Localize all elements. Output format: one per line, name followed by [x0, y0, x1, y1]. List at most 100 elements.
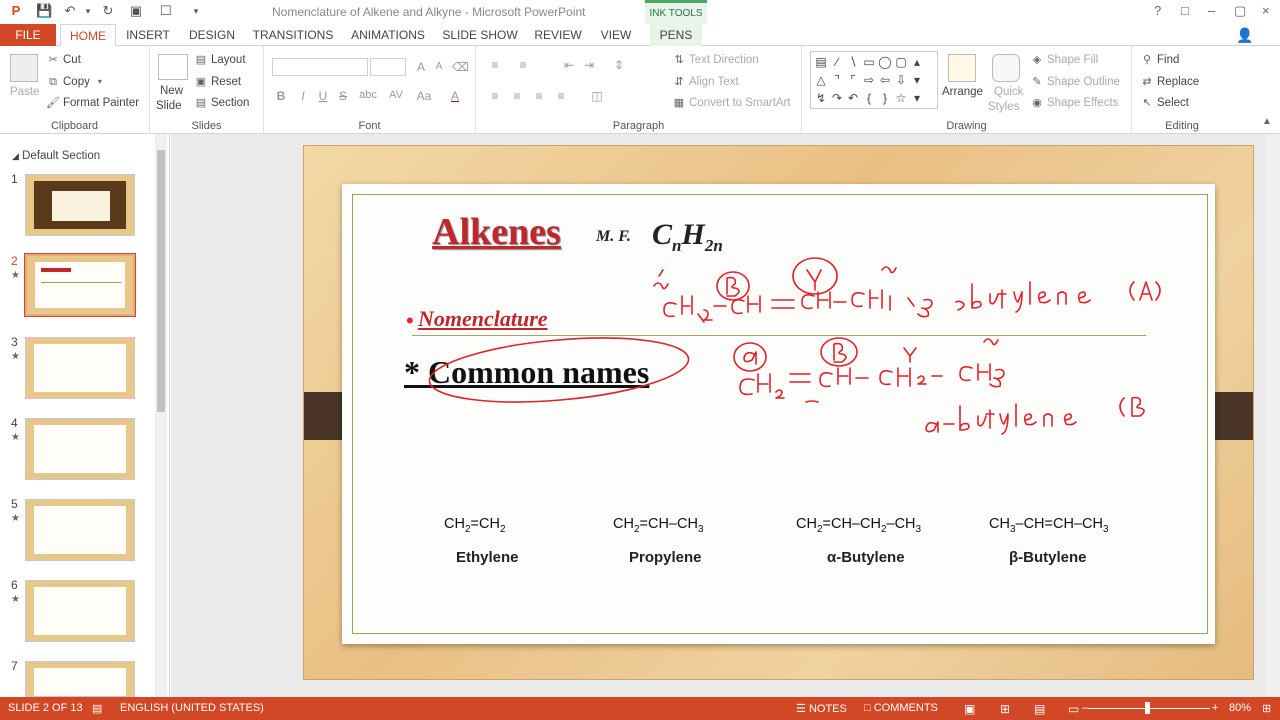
reset-button[interactable]: ▣ Reset: [194, 75, 241, 89]
slide-thumbnail-5[interactable]: [25, 499, 135, 561]
restore-icon[interactable]: ▢: [1234, 3, 1246, 19]
justify-icon[interactable]: ≡: [554, 89, 568, 103]
curve-shape-icon[interactable]: ↷: [829, 89, 845, 107]
new-slide-label-1[interactable]: New: [160, 85, 183, 97]
beta-butylene-name[interactable]: β-Butylene: [1009, 549, 1087, 566]
zoom-in-icon[interactable]: +: [1212, 702, 1218, 714]
undo-icon[interactable]: ↶: [62, 3, 78, 19]
notes-button[interactable]: ☰ NOTES: [796, 702, 847, 715]
font-name-field[interactable]: [272, 58, 368, 76]
alpha-butylene-name[interactable]: α-Butylene: [827, 549, 905, 566]
cut-button[interactable]: ✂ Cut: [46, 53, 81, 67]
rounded-rect-shape-icon[interactable]: ▢: [893, 53, 909, 71]
common-names-heading[interactable]: * Common names: [404, 354, 649, 391]
tab-view[interactable]: VIEW: [596, 24, 636, 46]
slide-show-icon[interactable]: ▭: [1068, 702, 1079, 716]
increase-font-icon[interactable]: A: [414, 60, 428, 74]
brace-shape-icon[interactable]: }: [877, 89, 893, 107]
language-indicator[interactable]: ENGLISH (UNITED STATES): [120, 702, 264, 714]
shape-outline-button[interactable]: ✎ Shape Outline: [1030, 75, 1120, 89]
undo-dropdown-icon[interactable]: ▾: [80, 3, 96, 19]
new-slide-label-2[interactable]: Slide: [156, 100, 182, 112]
slide-thumbnail-4[interactable]: [25, 418, 135, 480]
more-shapes-icon[interactable]: ▴: [909, 53, 925, 71]
propylene-formula[interactable]: CH2=CH–CH3: [613, 516, 704, 535]
character-spacing-button[interactable]: AV: [386, 89, 406, 101]
tab-review[interactable]: REVIEW: [532, 24, 584, 46]
triangle-shape-icon[interactable]: △: [813, 71, 829, 89]
slide-thumbnail-2[interactable]: [24, 253, 136, 317]
clear-formatting-icon[interactable]: ⌫: [452, 60, 469, 74]
columns-icon[interactable]: ◫: [590, 89, 604, 103]
tab-slide-show[interactable]: SLIDE SHOW: [442, 24, 518, 46]
copy-button[interactable]: ⧉ Copy ▾: [46, 75, 107, 89]
tab-insert[interactable]: INSERT: [124, 24, 172, 46]
touch-mode-icon[interactable]: ☐: [158, 3, 174, 19]
decrease-indent-icon[interactable]: ⇤: [562, 58, 576, 72]
reading-view-icon[interactable]: ▤: [1034, 702, 1045, 716]
slides-pane-scroll-thumb[interactable]: [157, 150, 165, 412]
ribbon-display-options-icon[interactable]: □: [1181, 3, 1189, 18]
find-button[interactable]: ⚲ Find: [1140, 53, 1179, 67]
editing-area-scrollbar[interactable]: [1266, 134, 1280, 697]
arrange-button[interactable]: Arrange: [942, 86, 983, 98]
help-icon[interactable]: ?: [1154, 3, 1161, 18]
spelling-check-icon[interactable]: ▤: [92, 702, 102, 715]
gallery-expand-icon[interactable]: ▾: [909, 89, 925, 107]
section-button[interactable]: ▤ Section: [194, 96, 250, 110]
start-from-beginning-icon[interactable]: ▣: [128, 3, 144, 19]
zoom-slider-thumb[interactable]: [1145, 702, 1150, 714]
save-icon[interactable]: 💾: [36, 3, 52, 19]
format-painter-button[interactable]: 🖌 Format Painter: [46, 96, 139, 110]
italic-button[interactable]: I: [296, 89, 310, 103]
oval-shape-icon[interactable]: ◯: [877, 53, 893, 71]
connector-shape-icon[interactable]: ⌜: [845, 71, 861, 89]
textbox-shape-icon[interactable]: ▤: [813, 53, 829, 71]
zoom-out-icon[interactable]: –: [1082, 702, 1088, 714]
quick-styles-label-1[interactable]: Quick: [994, 86, 1023, 98]
numbering-icon[interactable]: ≡: [516, 58, 530, 72]
tab-design[interactable]: DESIGN: [186, 24, 238, 46]
tab-file[interactable]: FILE: [0, 24, 56, 46]
decrease-font-icon[interactable]: A: [432, 61, 446, 72]
text-shadow-button[interactable]: abc: [356, 89, 380, 101]
align-right-icon[interactable]: ≡: [532, 89, 546, 103]
arrow-right-shape-icon[interactable]: ⇨: [861, 71, 877, 89]
rectangle-shape-icon[interactable]: ▭: [861, 53, 877, 71]
quick-styles-icon[interactable]: [992, 54, 1020, 82]
slide-sorter-icon[interactable]: ⊞: [1000, 702, 1010, 716]
layout-button[interactable]: ▤ Layout: [194, 53, 246, 67]
replace-button[interactable]: ⇄ Replace: [1140, 75, 1199, 89]
line-spacing-icon[interactable]: ⇕: [612, 58, 626, 72]
text-direction-button[interactable]: ⇅ Text Direction: [672, 53, 758, 67]
font-size-field[interactable]: [370, 58, 406, 76]
brace-shape-icon[interactable]: {: [861, 89, 877, 107]
nomenclature-heading[interactable]: Nomenclature: [418, 306, 548, 332]
slide-thumbnail-1[interactable]: [25, 174, 135, 236]
slide-title[interactable]: Alkenes: [432, 210, 561, 254]
shapes-gallery[interactable]: ▤ ∕ ∖ ▭ ◯ ▢ ▴ △ ⌝ ⌜ ⇨ ⇦ ⇩ ▾ ↯ ↷ ↶{} ☆ ▾: [810, 51, 938, 109]
arrow-left-shape-icon[interactable]: ⇦: [877, 71, 893, 89]
shape-effects-button[interactable]: ◉ Shape Effects: [1030, 96, 1118, 110]
tab-animations[interactable]: ANIMATIONS: [348, 24, 428, 46]
shape-fill-button[interactable]: ◈ Shape Fill: [1030, 53, 1098, 67]
section-header[interactable]: ◢ Default Section: [12, 150, 100, 162]
close-icon[interactable]: ×: [1262, 3, 1270, 18]
align-left-icon[interactable]: ≡: [488, 89, 502, 103]
new-slide-icon[interactable]: [158, 54, 188, 80]
font-color-button[interactable]: A: [448, 89, 462, 103]
curve-shape-icon[interactable]: ↯: [813, 89, 829, 107]
customize-qat-icon[interactable]: ▾: [188, 3, 204, 19]
alpha-butylene-formula[interactable]: CH2=CH–CH2–CH3: [796, 516, 921, 535]
arrow-down-shape-icon[interactable]: ⇩: [893, 71, 909, 89]
user-account-icon[interactable]: 👤: [1236, 27, 1253, 44]
slide-thumbnail-7[interactable]: [25, 661, 135, 697]
ethylene-name[interactable]: Ethylene: [456, 549, 519, 566]
connector-shape-icon[interactable]: ⌝: [829, 71, 845, 89]
propylene-name[interactable]: Propylene: [629, 549, 702, 566]
zoom-level[interactable]: 80%: [1229, 702, 1251, 714]
comments-button[interactable]: □ COMMENTS: [864, 702, 938, 714]
align-center-icon[interactable]: ≡: [510, 89, 524, 103]
paste-button[interactable]: Paste: [10, 86, 39, 98]
bullets-icon[interactable]: ≡: [488, 58, 502, 72]
